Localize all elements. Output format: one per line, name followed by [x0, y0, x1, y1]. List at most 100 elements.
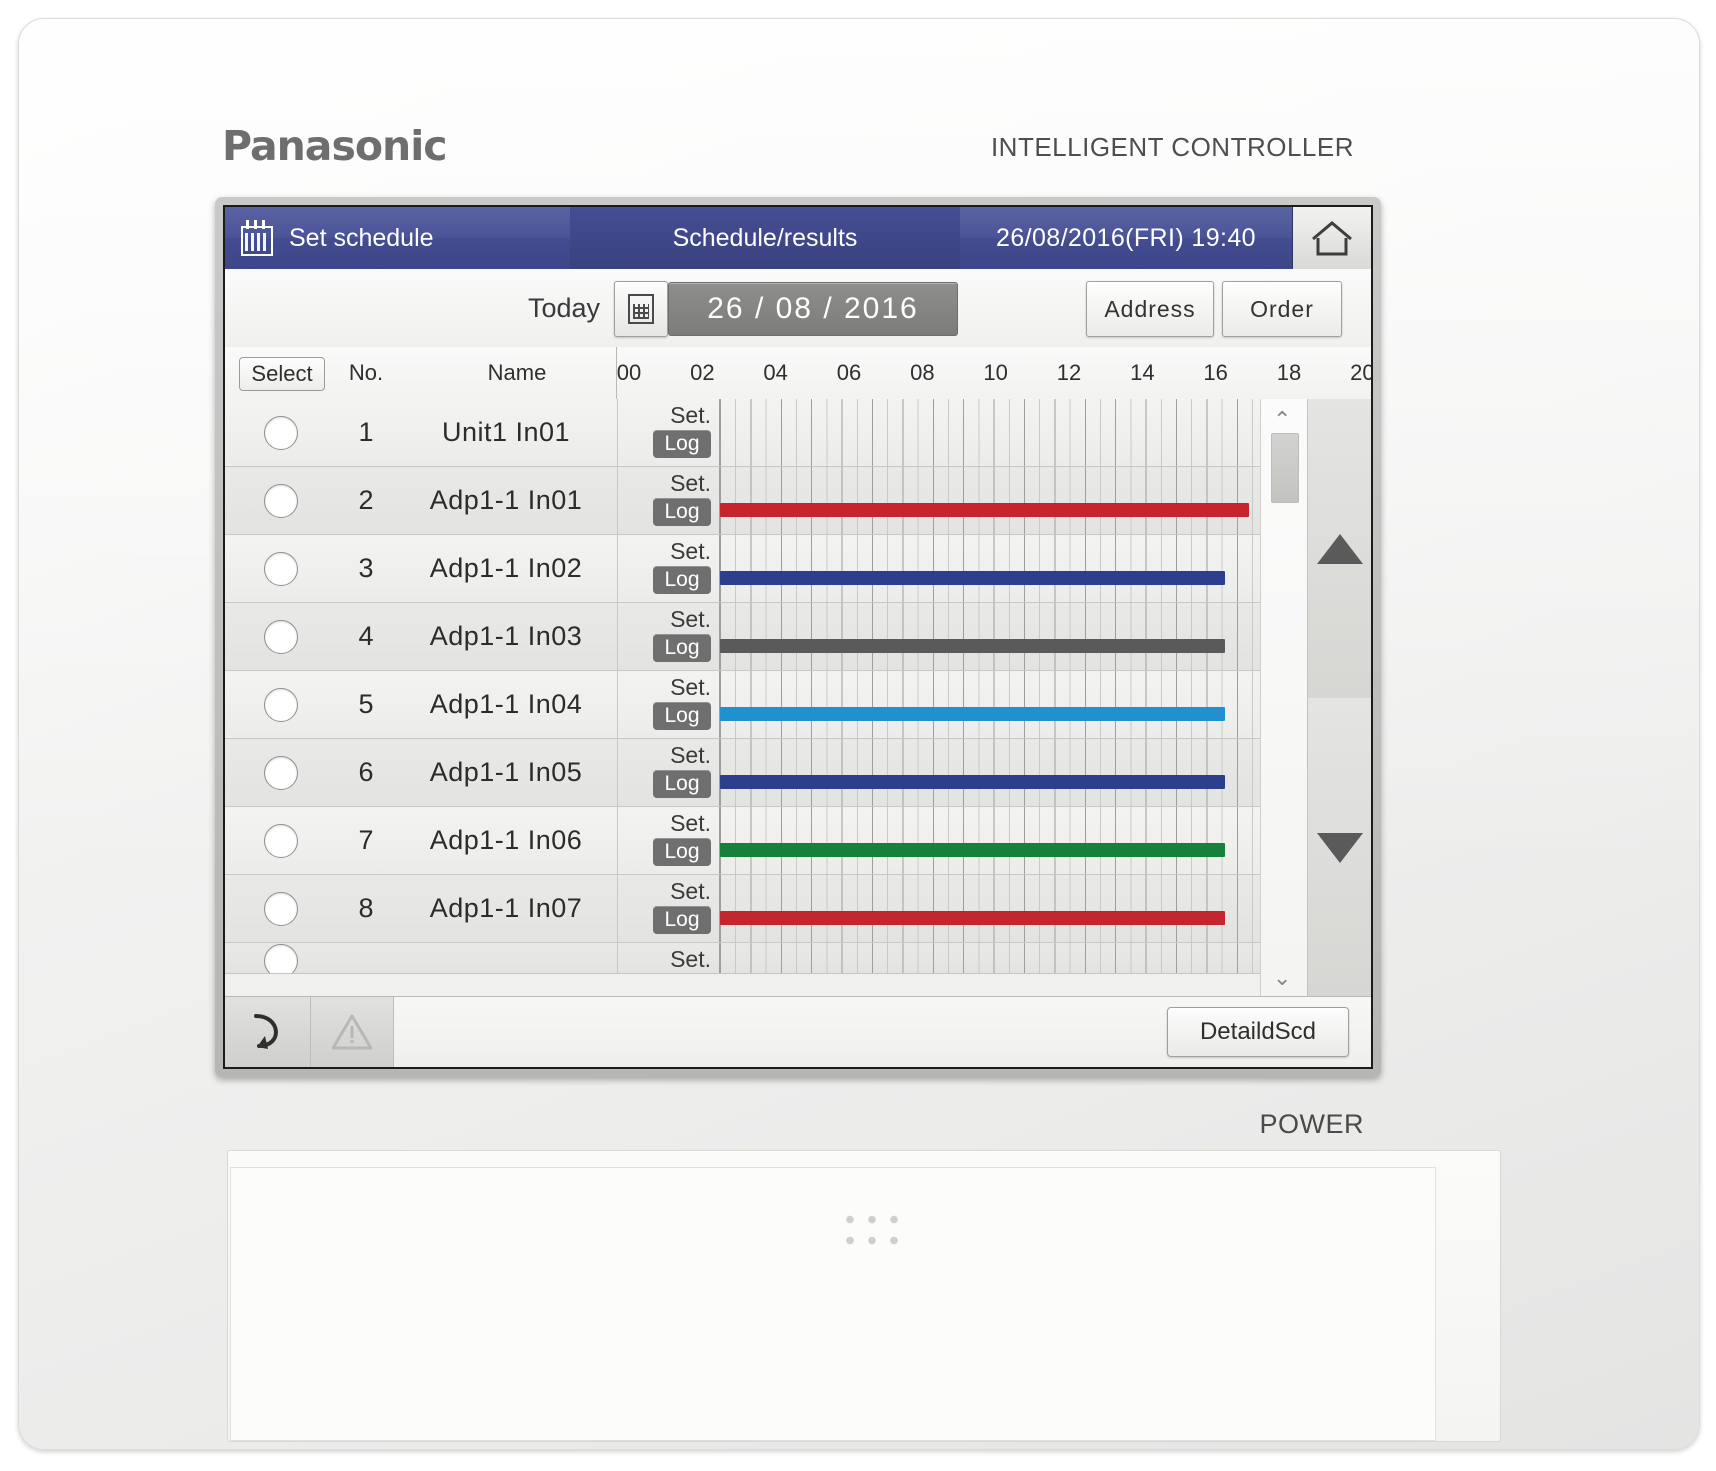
lower-door-inset — [230, 1167, 1436, 1441]
row-name: Adp1-1 In04 — [429, 689, 583, 719]
row-select-cell — [225, 467, 337, 534]
arrow-up-icon — [1317, 533, 1363, 564]
hour-tick-00: 00 — [616, 360, 642, 385]
table-row[interactable]: 6 Adp1-1 In05 Set. Log — [225, 739, 1371, 807]
schedule-results-tab[interactable]: Schedule/results — [570, 207, 960, 269]
row-number: 1 — [358, 417, 374, 447]
row-name: Adp1-1 In01 — [429, 485, 583, 515]
row-name: Adp1-1 In05 — [429, 757, 583, 787]
schedule-row-list[interactable]: 1 Unit1 In01 Set. Log 2 Adp1-1 In01 Set. Log 3 Ad… — [225, 399, 1371, 997]
row-radio-button[interactable] — [264, 483, 298, 518]
row-select-cell — [225, 399, 337, 466]
table-row[interactable]: 2 Adp1-1 In01 Set. Log — [225, 467, 1371, 535]
row-radio-button[interactable] — [264, 944, 298, 973]
schedule-bar — [720, 775, 1225, 789]
set-schedule-tab[interactable]: Set schedule — [225, 220, 570, 256]
row-name: Adp1-1 In06 — [429, 825, 583, 855]
hour-tick-12: 12 — [1056, 360, 1082, 385]
detaild-scd-button[interactable]: DetaildScd — [1167, 1007, 1349, 1057]
row-setlog-cell: Set. Log — [617, 671, 719, 738]
lower-door-panel — [227, 1150, 1501, 1442]
schedule-bar — [720, 503, 1249, 517]
bottom-toolbar: DetaildScd — [225, 996, 1371, 1067]
hour-tick-10: 10 — [983, 360, 1008, 385]
row-setlog-cell: Set. — [617, 943, 719, 973]
title-bar: Set schedule Schedule/results 26/08/2016… — [225, 207, 1371, 269]
row-radio-button[interactable] — [264, 687, 298, 722]
scroll-up-caret-icon[interactable]: ⌃ — [1273, 409, 1291, 431]
log-button[interactable]: Log — [653, 430, 711, 458]
schedule-bar — [720, 843, 1225, 857]
row-select-cell — [225, 671, 337, 738]
row-setlog-cell: Set. Log — [617, 739, 719, 806]
row-setlog-cell: Set. Log — [617, 399, 719, 466]
row-number: 4 — [358, 621, 374, 651]
set-label: Set. — [670, 742, 711, 768]
row-name: Unit1 In01 — [441, 417, 571, 447]
date-toolbar: Today 26 / 08 / 2016 Address Order — [225, 269, 1371, 348]
home-button[interactable] — [1292, 207, 1371, 269]
table-row[interactable]: 8 Adp1-1 In07 Set. Log — [225, 875, 1371, 943]
log-button[interactable]: Log — [653, 838, 711, 866]
back-button[interactable] — [225, 997, 311, 1067]
schedule-bar — [720, 639, 1225, 653]
column-header-name: Name — [487, 360, 547, 385]
row-name — [395, 943, 617, 973]
calendar-picker-icon[interactable] — [614, 281, 668, 337]
hour-tick-14: 14 — [1130, 360, 1155, 385]
row-radio-button[interactable] — [264, 823, 298, 858]
table-row[interactable]: 3 Adp1-1 In02 Set. Log — [225, 535, 1371, 603]
log-button[interactable]: Log — [653, 566, 711, 594]
home-icon — [1312, 221, 1352, 256]
log-button[interactable]: Log — [653, 770, 711, 798]
vertical-scrollbar[interactable]: ⌃ ⌄ — [1260, 399, 1307, 997]
row-radio-button[interactable] — [264, 891, 298, 926]
row-setlog-cell: Set. Log — [617, 467, 719, 534]
row-setlog-cell: Set. Log — [617, 535, 719, 602]
address-button[interactable]: Address — [1086, 281, 1214, 337]
row-radio-button[interactable] — [264, 551, 298, 586]
arrow-down-icon — [1317, 832, 1363, 863]
row-select-cell — [225, 943, 337, 973]
warning-button[interactable] — [311, 997, 394, 1067]
table-row[interactable]: 1 Unit1 In01 Set. Log — [225, 399, 1371, 467]
page-up-button[interactable] — [1307, 399, 1371, 699]
row-radio-button[interactable] — [264, 619, 298, 654]
table-row[interactable]: 4 Adp1-1 In03 Set. Log — [225, 603, 1371, 671]
back-arrow-icon — [253, 1014, 278, 1049]
row-radio-button[interactable] — [264, 755, 298, 790]
row-name: Adp1-1 In02 — [429, 553, 583, 583]
row-radio-button[interactable] — [264, 415, 298, 450]
row-select-cell — [225, 807, 337, 874]
hour-tick-16: 16 — [1203, 360, 1228, 385]
log-button[interactable]: Log — [653, 906, 711, 934]
page-arrow-column — [1307, 399, 1371, 997]
table-row-partial[interactable]: Set. — [225, 943, 1371, 974]
log-button[interactable]: Log — [653, 702, 711, 730]
date-field[interactable]: 26 / 08 / 2016 — [668, 282, 958, 336]
select-button[interactable]: Select — [239, 357, 325, 391]
schedule-bar — [720, 571, 1225, 585]
row-number: 6 — [358, 757, 374, 787]
scrollbar-thumb[interactable] — [1271, 433, 1299, 503]
touchscreen: Set schedule Schedule/results 26/08/2016… — [223, 205, 1373, 1069]
scroll-down-caret-icon[interactable]: ⌄ — [1273, 967, 1291, 989]
set-schedule-label: Set schedule — [289, 223, 434, 252]
row-select-cell — [225, 535, 337, 602]
page-down-button[interactable] — [1307, 698, 1371, 997]
calendar-icon — [241, 220, 275, 256]
row-name: Adp1-1 In03 — [429, 621, 583, 651]
set-label: Set. — [670, 878, 711, 904]
set-label: Set. — [670, 810, 711, 836]
row-number: 5 — [358, 689, 374, 719]
row-number: 2 — [358, 485, 374, 515]
log-button[interactable]: Log — [653, 634, 711, 662]
log-button[interactable]: Log — [653, 498, 711, 526]
controller-device: Panasonic INTELLIGENT CONTROLLER Set sch… — [18, 18, 1700, 1450]
table-row[interactable]: 7 Adp1-1 In06 Set. Log — [225, 807, 1371, 875]
hour-tick-20: 20 — [1350, 360, 1373, 385]
table-row[interactable]: 5 Adp1-1 In04 Set. Log — [225, 671, 1371, 739]
row-select-cell — [225, 603, 337, 670]
order-button[interactable]: Order — [1222, 281, 1342, 337]
row-number: 8 — [358, 893, 374, 923]
